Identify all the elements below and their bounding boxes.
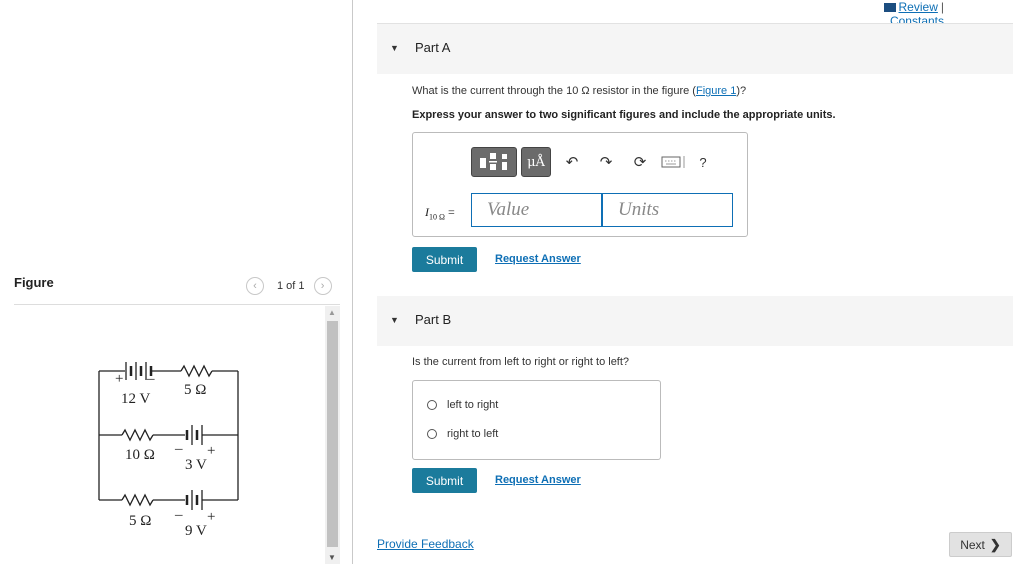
- next-figure-button[interactable]: ›: [313, 277, 332, 295]
- figure-divider: [14, 304, 340, 305]
- question-text: What is the current through the 10 Ω res…: [412, 85, 696, 97]
- next-button[interactable]: Next ❯: [949, 532, 1012, 557]
- option-label: right to left: [447, 428, 499, 440]
- label-3v: 3 V: [185, 457, 207, 473]
- separator: |: [940, 0, 944, 14]
- prev-figure-button[interactable]: ‹: [246, 277, 264, 295]
- units-button[interactable]: μÅ: [521, 147, 551, 177]
- collapse-triangle-icon[interactable]: ▼: [390, 43, 399, 53]
- label-10-ohm: 10 Ω: [125, 447, 155, 463]
- answer-box: μÅ ↶ ↷ ⟳ ? I10 Ω = Value Units: [412, 132, 748, 237]
- radio-group: left to right right to left: [412, 380, 661, 460]
- scroll-up-icon[interactable]: ▲: [328, 308, 336, 317]
- option-right-to-left[interactable]: right to left: [427, 428, 498, 440]
- label-12v: 12 V: [121, 391, 150, 407]
- fraction-template-icon: [480, 153, 507, 170]
- label-5-ohm-top: 5 Ω: [184, 382, 206, 398]
- part-a-header[interactable]: ▼ Part A: [377, 24, 1013, 74]
- part-b-submit-button[interactable]: Submit: [412, 468, 477, 493]
- reset-icon[interactable]: ⟳: [623, 147, 657, 177]
- figure-link[interactable]: Figure 1: [696, 85, 736, 97]
- pager-label: 1 of 1: [277, 280, 305, 292]
- answer-variable: I10 Ω =: [425, 205, 455, 221]
- variable-subscript: 10 Ω: [429, 212, 445, 222]
- help-button[interactable]: ?: [691, 155, 715, 170]
- part-a-submit-button[interactable]: Submit: [412, 247, 477, 272]
- figure-title: Figure: [14, 275, 54, 290]
- scroll-down-icon[interactable]: ▼: [328, 553, 336, 562]
- scrollbar-thumb[interactable]: [327, 321, 338, 547]
- part-a-request-answer[interactable]: Request Answer: [495, 253, 581, 265]
- plus-12v: +: [115, 371, 123, 387]
- pane-divider: [352, 0, 353, 564]
- equals-sign: =: [447, 205, 455, 219]
- part-b-header[interactable]: ▼ Part B: [377, 296, 1013, 346]
- keyboard-shape: [661, 156, 685, 168]
- figure-scrollbar[interactable]: ▲ ▼: [325, 306, 340, 564]
- math-toolbar: μÅ ↶ ↷ ⟳ ?: [471, 147, 715, 177]
- battery-9v-symbol: [185, 490, 203, 510]
- undo-icon[interactable]: ↶: [555, 147, 589, 177]
- circuit-diagram: + – 12 V 5 Ω 10 Ω – + 3 V 5 Ω – + 9 V: [98, 362, 239, 539]
- part-b-question: Is the current from left to right or rig…: [412, 356, 630, 368]
- minus-12v: –: [146, 371, 155, 387]
- battery-3v-symbol: [185, 425, 203, 445]
- template-button[interactable]: [471, 147, 517, 177]
- resistor-10-symbol: [121, 428, 154, 442]
- plus-9v: +: [207, 509, 215, 525]
- label-9v: 9 V: [185, 523, 207, 539]
- option-left-to-right[interactable]: left to right: [427, 399, 498, 411]
- provide-feedback-link[interactable]: Provide Feedback: [377, 537, 474, 551]
- chevron-right-icon: ❯: [989, 536, 1001, 552]
- chevron-right-icon: ›: [320, 280, 325, 292]
- part-a-title: Part A: [415, 40, 451, 55]
- book-icon: [883, 2, 896, 12]
- radio-button[interactable]: [427, 429, 437, 439]
- review-link[interactable]: Review: [899, 0, 938, 14]
- plus-3v: +: [207, 443, 215, 459]
- redo-icon[interactable]: ↷: [589, 147, 623, 177]
- minus-3v: –: [174, 441, 183, 457]
- keyboard-icon[interactable]: [657, 147, 691, 177]
- resistor-5-bottom-symbol: [121, 493, 154, 507]
- part-a-question: What is the current through the 10 Ω res…: [412, 85, 746, 97]
- radio-button[interactable]: [427, 400, 437, 410]
- part-b-request-answer[interactable]: Request Answer: [495, 474, 581, 486]
- value-input[interactable]: Value: [471, 193, 602, 227]
- chevron-left-icon: ‹: [253, 280, 257, 292]
- next-label: Next: [960, 537, 985, 552]
- question-suffix: )?: [736, 85, 747, 97]
- units-input[interactable]: Units: [602, 193, 733, 227]
- figure-pager: ‹ 1 of 1 ›: [246, 276, 332, 296]
- part-b-title: Part B: [415, 312, 452, 327]
- label-5-ohm-bottom: 5 Ω: [129, 513, 151, 529]
- figure-pane: Figure ‹ 1 of 1 › + – 12 V 5 Ω 10 Ω – + …: [0, 0, 352, 564]
- minus-9v: –: [174, 507, 183, 523]
- option-label: left to right: [447, 399, 499, 411]
- part-a-instruction: Express your answer to two significant f…: [412, 109, 836, 121]
- collapse-triangle-icon[interactable]: ▼: [390, 315, 399, 325]
- resistor-5-top-symbol: [180, 364, 213, 378]
